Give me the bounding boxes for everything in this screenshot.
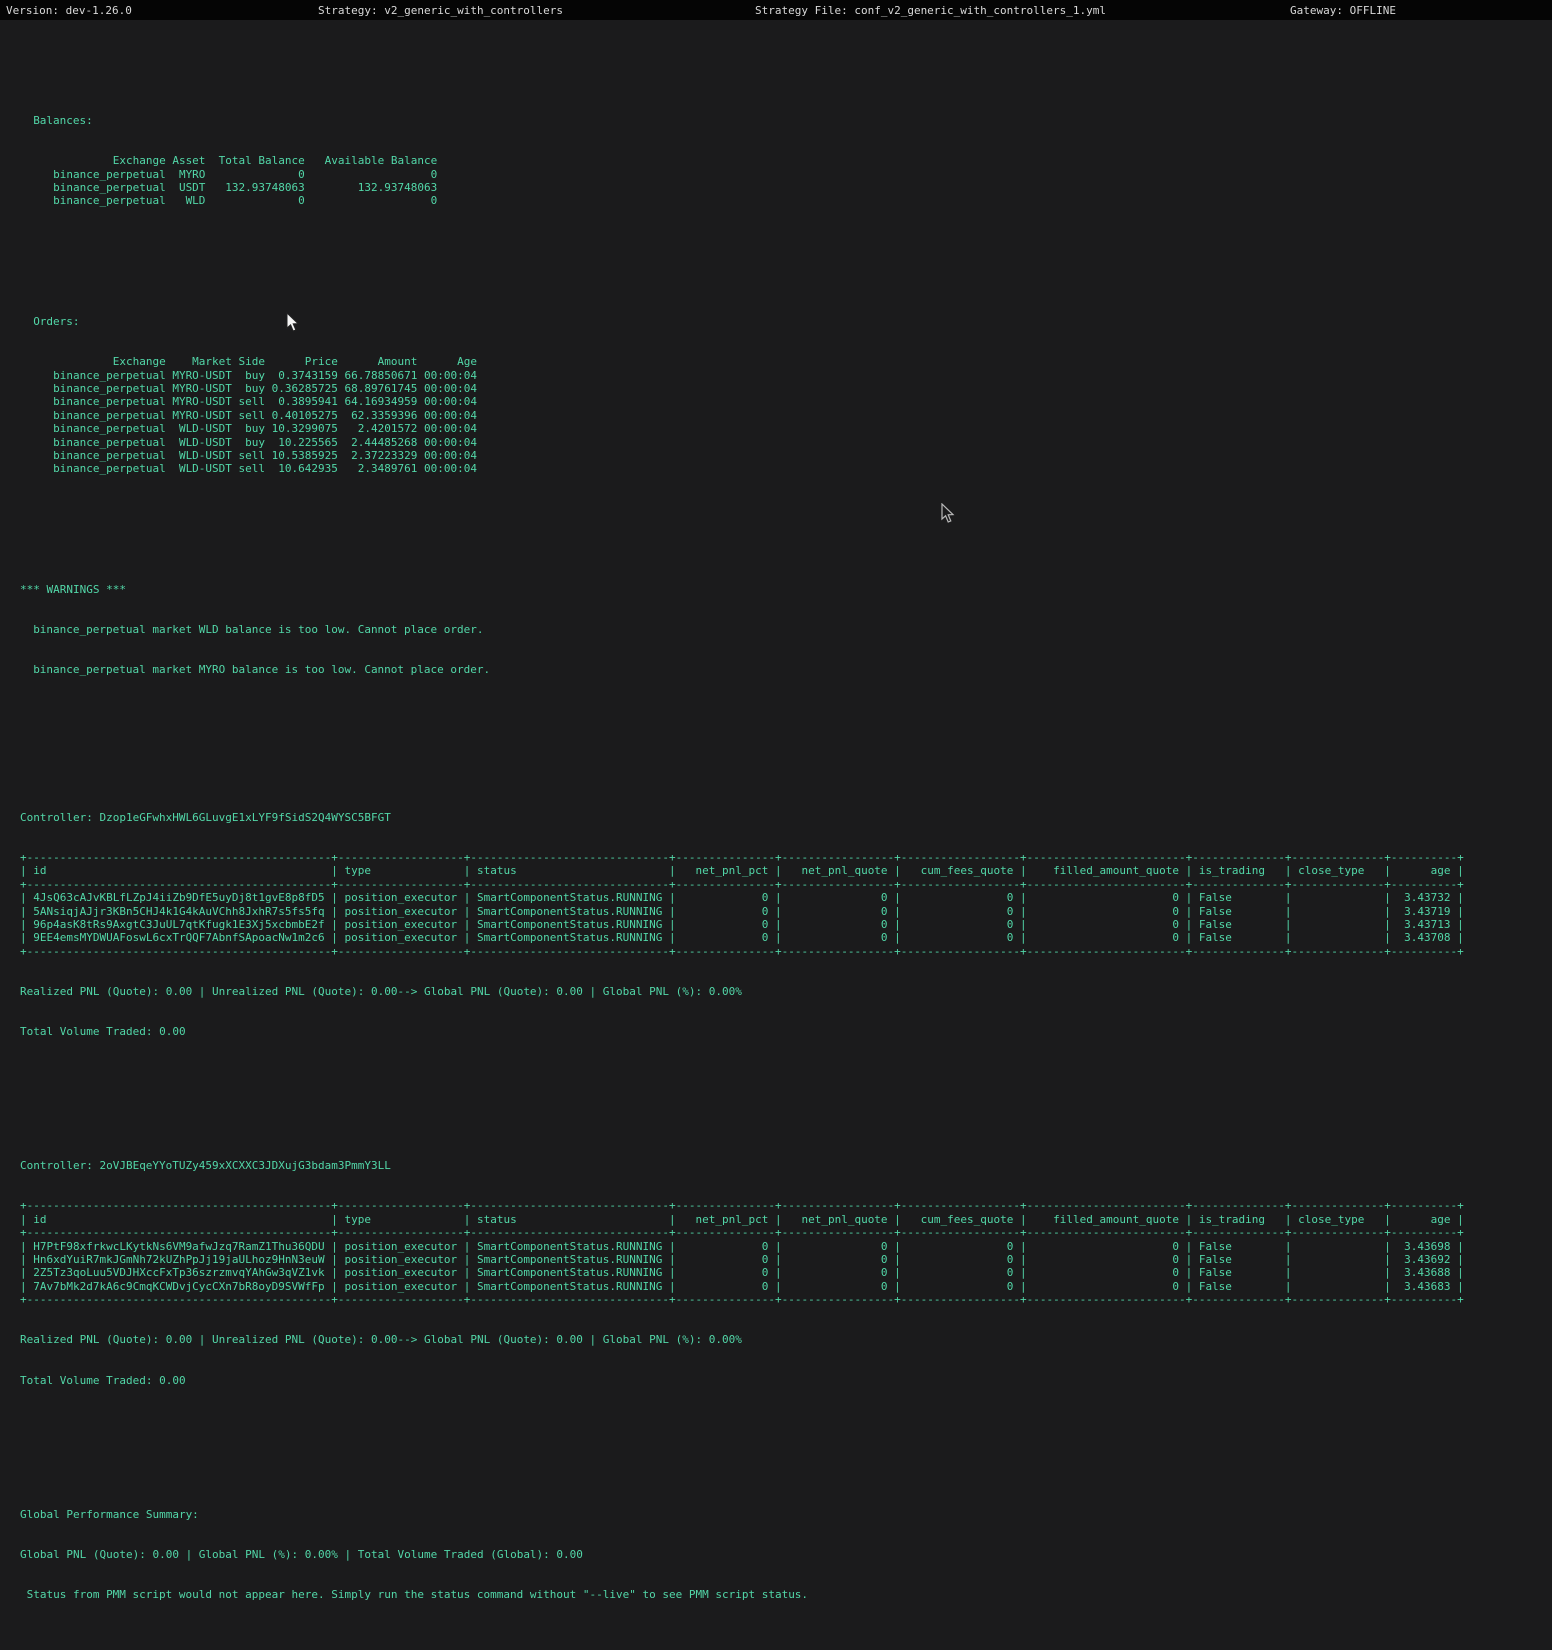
global-pnl-line: Global PNL (Quote): 0.00 | Global PNL (%… — [20, 1548, 1552, 1561]
balances-table: Exchange Asset Total Balance Available B… — [20, 154, 1552, 208]
executor-row: | Hn6xdYuiR7mkJGmNh72kUZhPpJj19jaULhoz9H… — [20, 1253, 1552, 1266]
executor-row: | 4JsQ63cAJvKBLfLZpJ4iiZb9DfE5uyDj8t1gvE… — [20, 891, 1552, 904]
table-border: +---------------------------------------… — [20, 1226, 1552, 1239]
orders-row: binance_perpetual WLD-USDT sell 10.53859… — [20, 449, 1552, 462]
volume-line: Total Volume Traded: 0.00 — [20, 1025, 1552, 1038]
controller-title: Controller: 2oVJBEqeYYoTUZy459xXCXXC3JDXu… — [20, 1159, 1552, 1172]
terminal-screen: { "colors": { "accent": "#52d7a8", "back… — [0, 0, 1552, 825]
balances-row: binance_perpetual USDT 132.93748063 132.… — [20, 181, 1552, 194]
executor-row: | 96p4asK8tRs9AxgtC3JuUL7qtKfugk1E3Xj5xc… — [20, 918, 1552, 931]
controller-section-2: Controller: 2oVJBEqeYYoTUZy459xXCXXC3JDXu… — [20, 1132, 1552, 1413]
global-summary-section: Global Performance Summary: Global PNL (… — [20, 1481, 1552, 1628]
version-label: Version: dev-1.26.0 — [6, 4, 132, 17]
executor-row: | 5ANsiqjAJjr3KBn5CHJ4k1G4kAuVChh8JxhR7s… — [20, 905, 1552, 918]
executor-row: | 2Z5Tz3qoLuu5VDJHXccFxTp36szrzmvqYAhGw3… — [20, 1266, 1552, 1279]
terminal-output: Balances: Exchange Asset Total Balance A… — [0, 20, 1552, 1650]
volume-line: Total Volume Traded: 0.00 — [20, 1374, 1552, 1387]
warnings-title: *** WARNINGS *** — [20, 583, 1552, 596]
controller-section-1: Controller: Dzop1eGFwhxHWL6GLuvgE1xLYF9fS… — [20, 784, 1552, 1065]
balances-row: binance_perpetual WLD 0 0 — [20, 194, 1552, 207]
orders-title: Orders: — [20, 315, 1552, 328]
table-header-row: | id | type | status | net_pnl_pct | net… — [20, 1213, 1552, 1226]
orders-row: binance_perpetual MYRO-USDT sell 0.40105… — [20, 409, 1552, 422]
executor-row: | H7PtF98xfrkwcLKytkNs6VM9afwJzq7RamZ1Th… — [20, 1240, 1552, 1253]
orders-row: binance_perpetual WLD-USDT buy 10.329907… — [20, 422, 1552, 435]
orders-section: Orders: Exchange Market Side Price Amoun… — [20, 288, 1552, 502]
orders-row: binance_perpetual MYRO-USDT sell 0.38959… — [20, 395, 1552, 408]
strategy-label: Strategy: v2_generic_with_controllers — [318, 4, 563, 17]
balances-title: Balances: — [20, 114, 1552, 127]
balances-section: Balances: Exchange Asset Total Balance A… — [20, 87, 1552, 234]
table-border: +---------------------------------------… — [20, 878, 1552, 891]
status-bar: Version: dev-1.26.0 Strategy: v2_generic… — [0, 0, 1552, 20]
table-header-row: | id | type | status | net_pnl_pct | net… — [20, 864, 1552, 877]
table-border: +---------------------------------------… — [20, 851, 1552, 864]
controller-title: Controller: Dzop1eGFwhxHWL6GLuvgE1xLYF9fS… — [20, 811, 1552, 824]
warning-line: binance_perpetual market WLD balance is … — [20, 623, 1552, 636]
warnings-section: *** WARNINGS *** binance_perpetual marke… — [20, 556, 1552, 703]
orders-row: binance_perpetual WLD-USDT sell 10.64293… — [20, 462, 1552, 475]
controller-title-label: Controller: — [20, 1159, 93, 1172]
executor-row: | 9EE4emsMYDWUAFoswL6cxTrQQF7AbnfSApoacN… — [20, 931, 1552, 944]
pnl-summary-line: Realized PNL (Quote): 0.00 | Unrealized … — [20, 985, 1552, 998]
pmm-note-line: Status from PMM script would not appear … — [20, 1588, 1552, 1601]
balances-header: Exchange Asset Total Balance Available B… — [20, 154, 1552, 167]
balances-row: binance_perpetual MYRO 0 0 — [20, 168, 1552, 181]
executor-table: +---------------------------------------… — [20, 1199, 1552, 1306]
pnl-summary-line: Realized PNL (Quote): 0.00 | Unrealized … — [20, 1333, 1552, 1346]
controller-id: Dzop1eGFwhxHWL6GLuvgE1xLYF9fSidS2Q4WYSC5… — [99, 811, 390, 824]
orders-table: Exchange Market Side Price Amount Age bi… — [20, 355, 1552, 476]
executor-row: | 7Av7bMk2d7kA6c9CmqKCWDvjCycCXn7bR8oyD9… — [20, 1280, 1552, 1293]
table-border: +---------------------------------------… — [20, 1293, 1552, 1306]
orders-header: Exchange Market Side Price Amount Age — [20, 355, 1552, 368]
strategy-file-label: Strategy File: conf_v2_generic_with_cont… — [755, 4, 1106, 17]
orders-row: binance_perpetual MYRO-USDT buy 0.374315… — [20, 369, 1552, 382]
executor-table: +---------------------------------------… — [20, 851, 1552, 958]
orders-row: binance_perpetual MYRO-USDT buy 0.362857… — [20, 382, 1552, 395]
gateway-status-label: Gateway: OFFLINE — [1290, 4, 1396, 17]
controller-id: 2oVJBEqeYYoTUZy459xXCXXC3JDXujG3bdam3Pmm… — [99, 1159, 390, 1172]
table-border: +---------------------------------------… — [20, 1199, 1552, 1212]
table-border: +---------------------------------------… — [20, 945, 1552, 958]
global-summary-title: Global Performance Summary: — [20, 1508, 1552, 1521]
controller-title-label: Controller: — [20, 811, 93, 824]
orders-row: binance_perpetual WLD-USDT buy 10.225565… — [20, 436, 1552, 449]
warning-line: binance_perpetual market MYRO balance is… — [20, 663, 1552, 676]
